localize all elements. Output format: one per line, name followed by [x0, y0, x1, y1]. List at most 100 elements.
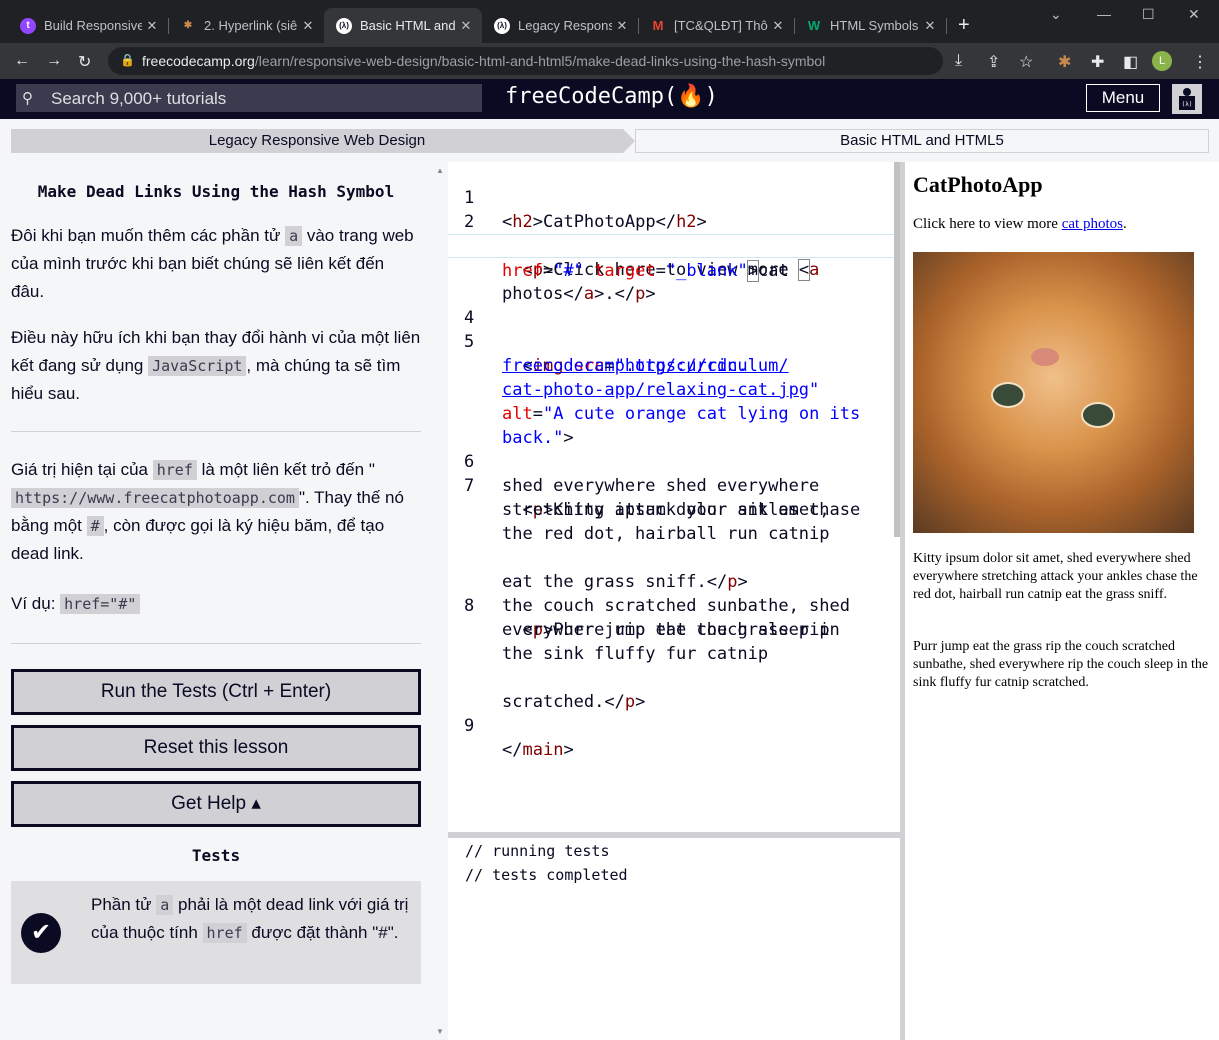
preview-paragraph: Purr jump eat the grass rip the couch sc… [913, 639, 1209, 690]
browser-tab-3-active[interactable]: (λ) Basic HTML and H ✕ [324, 8, 482, 43]
reload-icon[interactable]: ↻ [78, 52, 91, 72]
close-icon[interactable]: ✕ [142, 18, 162, 34]
code-line: photos</a>.</p> [502, 284, 656, 304]
instructions-scrollbar[interactable]: ▲ ▼ [432, 162, 448, 1040]
output-console: // running tests // tests completed [448, 838, 900, 1040]
code-line: shed everywhere shed everywhere [502, 476, 820, 496]
close-icon[interactable]: ✕ [768, 18, 788, 34]
browser-tab-1[interactable]: t Build Responsive ✕ [8, 8, 168, 43]
maximize-icon[interactable]: ☐ [1142, 6, 1155, 23]
reset-lesson-button[interactable]: Reset this lesson [11, 725, 421, 771]
code-line: 7 <p>Kitty ipsum dolor sit amet, [464, 476, 830, 520]
extensions-puzzle-icon[interactable]: ✚ [1091, 52, 1104, 72]
console-line: // running tests [465, 842, 610, 860]
user-avatar[interactable]: (λ) [1172, 84, 1202, 114]
preview-paragraph: Click here to view more cat photos. [913, 216, 1127, 232]
cat-eye [991, 382, 1025, 408]
url-text: freecodecamp.org/learn/responsive-web-de… [142, 53, 826, 69]
freecodecamp-icon: (λ) [336, 17, 352, 34]
extension-character-icon[interactable]: ✱ [1058, 52, 1071, 72]
code-line: freecodecamp.org/curriculum/ [502, 356, 789, 376]
scroll-down-arrow-icon[interactable]: ▼ [436, 1027, 444, 1036]
preview-pane: CatPhotoApp Click here to view more cat … [905, 162, 1219, 1040]
code-line: 9 </main> [464, 716, 574, 760]
search-input[interactable]: ⚲ Search 9,000+ tutorials [16, 84, 482, 112]
check-circle-icon: ✔ [21, 913, 61, 953]
install-app-icon[interactable]: ⤓ [955, 52, 962, 70]
code-line: stretching attack your ankles chase [502, 500, 861, 520]
run-tests-button[interactable]: Run the Tests (Ctrl + Enter) [11, 669, 421, 715]
cat-eye [1081, 402, 1115, 428]
browser-tab-6[interactable]: W HTML Symbols ✕ [794, 8, 946, 43]
description-paragraph-2: Điều này hữu ích khi bạn thay đổi hành v… [11, 328, 421, 403]
tab-search-chevron-icon[interactable]: ⌄ [1050, 6, 1062, 23]
challenge-title: Make Dead Links Using the Hash Symbol [37, 182, 395, 201]
code-line: 6 [464, 452, 475, 472]
close-window-icon[interactable]: ✕ [1188, 6, 1200, 23]
close-icon[interactable]: ✕ [920, 18, 940, 34]
instructions-panel: Make Dead Links Using the Hash Symbol Đô… [0, 162, 432, 1040]
close-icon[interactable]: ✕ [456, 18, 476, 34]
profile-avatar[interactable]: L [1152, 51, 1172, 71]
cat-image [913, 252, 1194, 533]
description-paragraph-1: Đôi khi bạn muốn thêm các phần tử a vào … [11, 226, 414, 301]
twitch-icon: t [20, 17, 36, 34]
code-line: back."> [502, 428, 574, 448]
instructions-paragraph: Giá trị hiện tại của href là một liên kế… [11, 460, 404, 563]
browser-tab-4[interactable]: (λ) Legacy Responsiv ✕ [482, 8, 638, 43]
forward-arrow-icon[interactable]: → [46, 52, 62, 70]
share-icon[interactable]: ⇪ [987, 52, 1000, 72]
kebab-menu-icon[interactable]: ⋮ [1192, 52, 1208, 72]
w3-icon: W [807, 18, 821, 33]
tests-heading: Tests [191, 846, 241, 865]
gmail-icon: M [652, 18, 664, 33]
tab-strip: t Build Responsive ✕ ✱ 2. Hyperlink (siê… [0, 0, 1219, 43]
freecodecamp-icon: (λ) [494, 17, 510, 34]
menu-button[interactable]: Menu [1086, 84, 1160, 112]
cat-nose [1031, 348, 1059, 366]
code-line: 2 <main> [464, 212, 563, 256]
code-line: 8 <p>Purr jump eat the grass rip [464, 596, 830, 640]
bookmark-star-icon[interactable]: ☆ [1019, 52, 1033, 72]
code-line: everywhere rip the couch sleep in [502, 620, 840, 640]
divider [11, 643, 421, 644]
code-line: 3 <p>Click here to view more <a [464, 236, 820, 281]
lock-icon: 🔒 [120, 53, 135, 67]
character-icon: ✱ [183, 20, 193, 31]
code-line: scratched.</p> [502, 692, 646, 712]
code-line: 4 [464, 308, 475, 328]
breadcrumb: Legacy Responsive Web Design Basic HTML … [0, 119, 1219, 162]
browser-tab-5[interactable]: M [TC&QLĐT] Thông ✕ [638, 8, 794, 43]
minimize-icon[interactable]: — [1097, 6, 1111, 22]
user-avatar-icon: (λ) [1179, 88, 1195, 110]
close-icon[interactable]: ✕ [298, 18, 318, 34]
search-icon: ⚲ [22, 90, 33, 107]
example-paragraph: Ví dụ: href="#" [11, 590, 421, 618]
fcc-navbar: ⚲ Search 9,000+ tutorials freeCodeCamp(🔥… [0, 79, 1219, 119]
code-editor[interactable]: 1 <h2>CatPhotoApp</h2> 2 <main> 3 <p>Cli… [448, 162, 900, 832]
code-line: the red dot, hairball run catnip [502, 524, 830, 544]
code-line: 5 <img src="https://cdn. [464, 332, 748, 376]
code-line: alt="A cute orange cat lying on its [502, 404, 861, 424]
browser-toolbar: ← → ↻ 🔒 freecodecamp.org/learn/responsiv… [0, 43, 1219, 79]
breadcrumb-block[interactable]: Basic HTML and HTML5 [635, 129, 1209, 153]
side-panel-icon[interactable]: ◧ [1123, 52, 1138, 72]
breadcrumb-arrow [623, 129, 635, 153]
tab-separator [946, 18, 947, 34]
browser-tab-2[interactable]: ✱ 2. Hyperlink (siêu ✕ [168, 8, 324, 43]
fcc-logo[interactable]: freeCodeCamp(🔥) [505, 84, 718, 109]
back-arrow-icon[interactable]: ← [14, 52, 30, 70]
test-result-item: ✔ Phần tử a phải là một dead link với gi… [11, 881, 421, 984]
breadcrumb-superblock[interactable]: Legacy Responsive Web Design [11, 129, 623, 153]
code-line: the sink fluffy fur catnip [502, 644, 769, 664]
close-icon[interactable]: ✕ [612, 18, 632, 34]
scroll-up-arrow-icon[interactable]: ▲ [436, 166, 444, 175]
cat-photos-link[interactable]: cat photos [1062, 216, 1123, 232]
get-help-button[interactable]: Get Help ▴ [11, 781, 421, 827]
new-tab-plus-icon[interactable]: + [958, 14, 970, 37]
preview-heading: CatPhotoApp [913, 172, 1043, 197]
code-line: cat-photo-app/relaxing-cat.jpg" [502, 380, 820, 400]
address-bar[interactable]: 🔒 freecodecamp.org/learn/responsive-web-… [108, 47, 943, 75]
preview-paragraph: Kitty ipsum dolor sit amet, shed everywh… [913, 551, 1198, 602]
code-line: the couch scratched sunbathe, shed [502, 596, 850, 616]
